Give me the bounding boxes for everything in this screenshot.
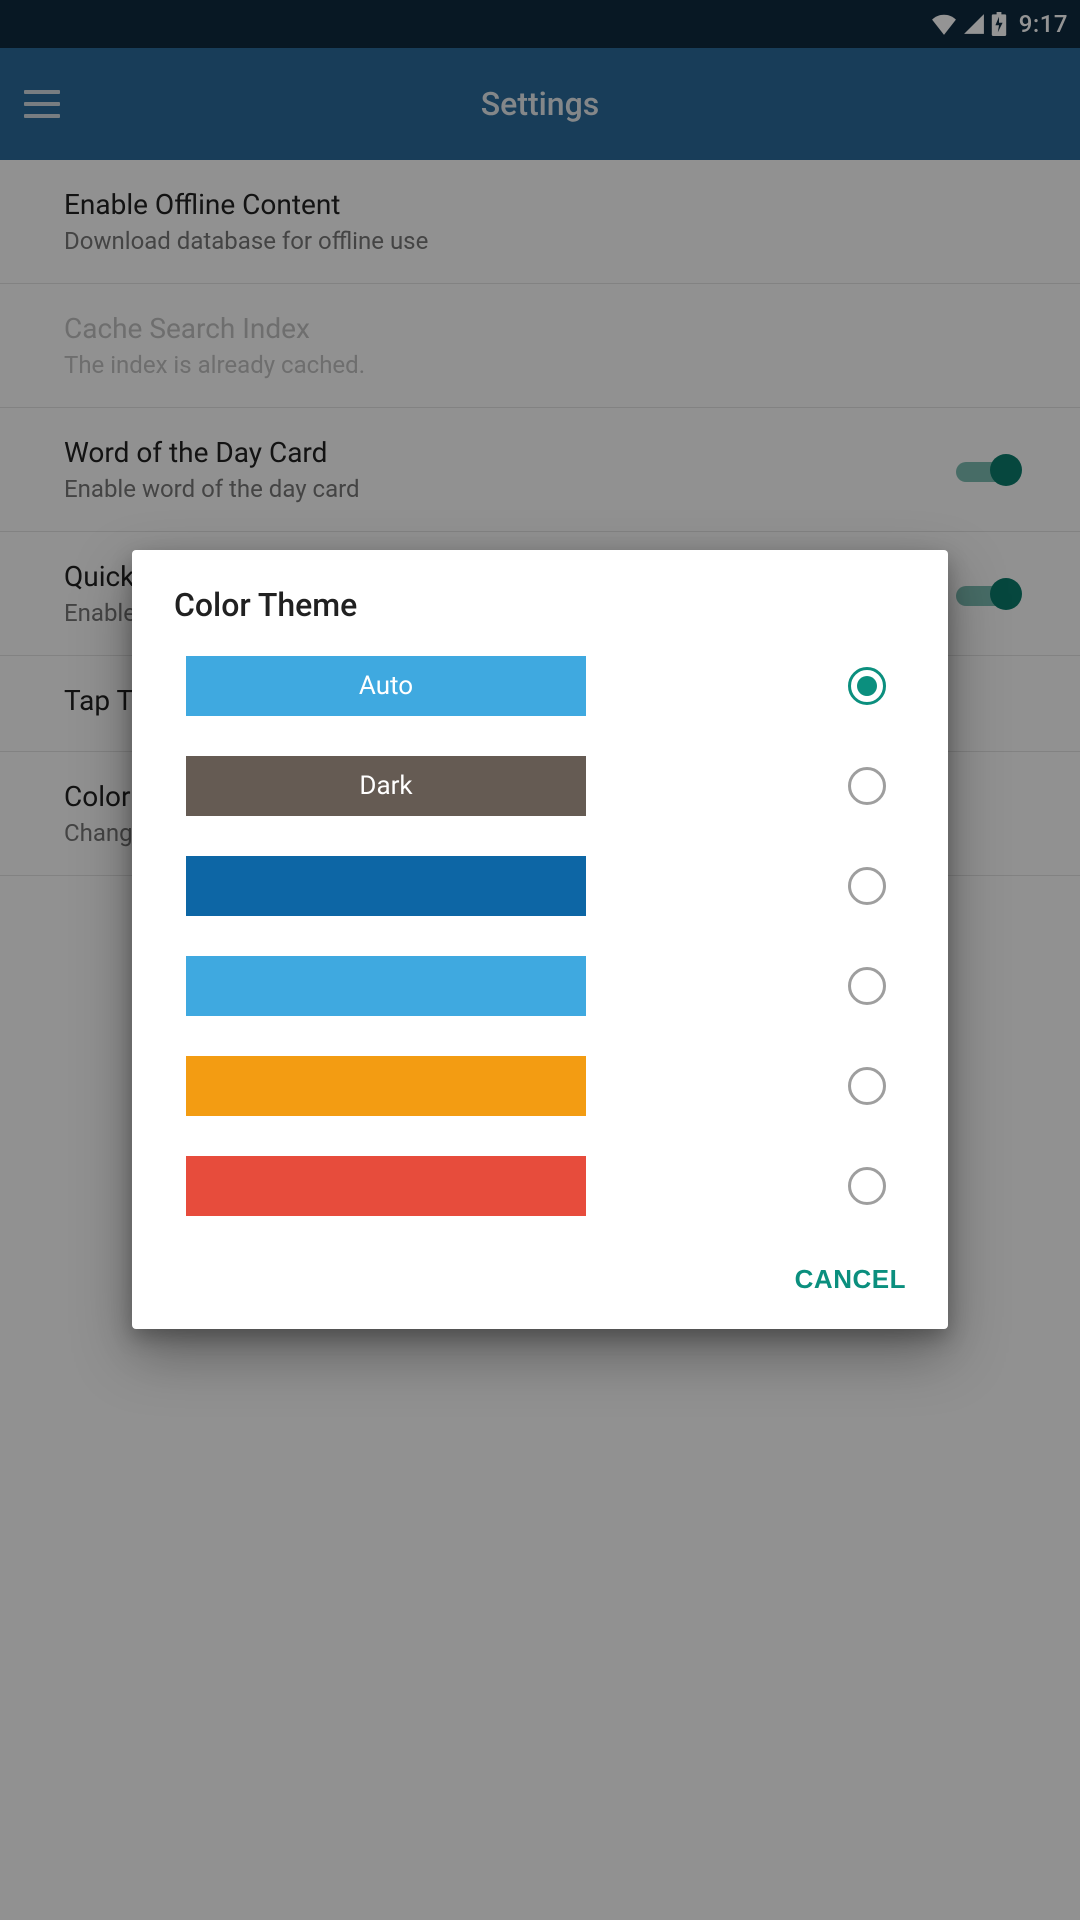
color-swatch	[186, 1156, 586, 1216]
cancel-button[interactable]: CANCEL	[795, 1264, 906, 1295]
radio-button[interactable]	[848, 767, 886, 805]
radio-button[interactable]	[848, 867, 886, 905]
dialog-options: Auto Dark	[132, 646, 948, 1246]
dialog-actions: CANCEL	[132, 1246, 948, 1319]
radio-button[interactable]	[848, 1067, 886, 1105]
color-theme-option[interactable]	[186, 856, 906, 916]
radio-button[interactable]	[848, 667, 886, 705]
color-theme-option[interactable]: Auto	[186, 656, 906, 716]
dialog-title: Color Theme	[132, 550, 948, 646]
color-theme-dialog: Color Theme Auto Dark CANCEL	[132, 550, 948, 1329]
color-theme-option[interactable]	[186, 1156, 906, 1216]
color-theme-option[interactable]: Dark	[186, 756, 906, 816]
color-swatch: Dark	[186, 756, 586, 816]
color-swatch	[186, 1056, 586, 1116]
radio-button[interactable]	[848, 1167, 886, 1205]
color-theme-option[interactable]	[186, 956, 906, 1016]
color-swatch	[186, 856, 586, 916]
color-swatch	[186, 956, 586, 1016]
radio-button[interactable]	[848, 967, 886, 1005]
color-theme-option[interactable]	[186, 1056, 906, 1116]
color-swatch: Auto	[186, 656, 586, 716]
